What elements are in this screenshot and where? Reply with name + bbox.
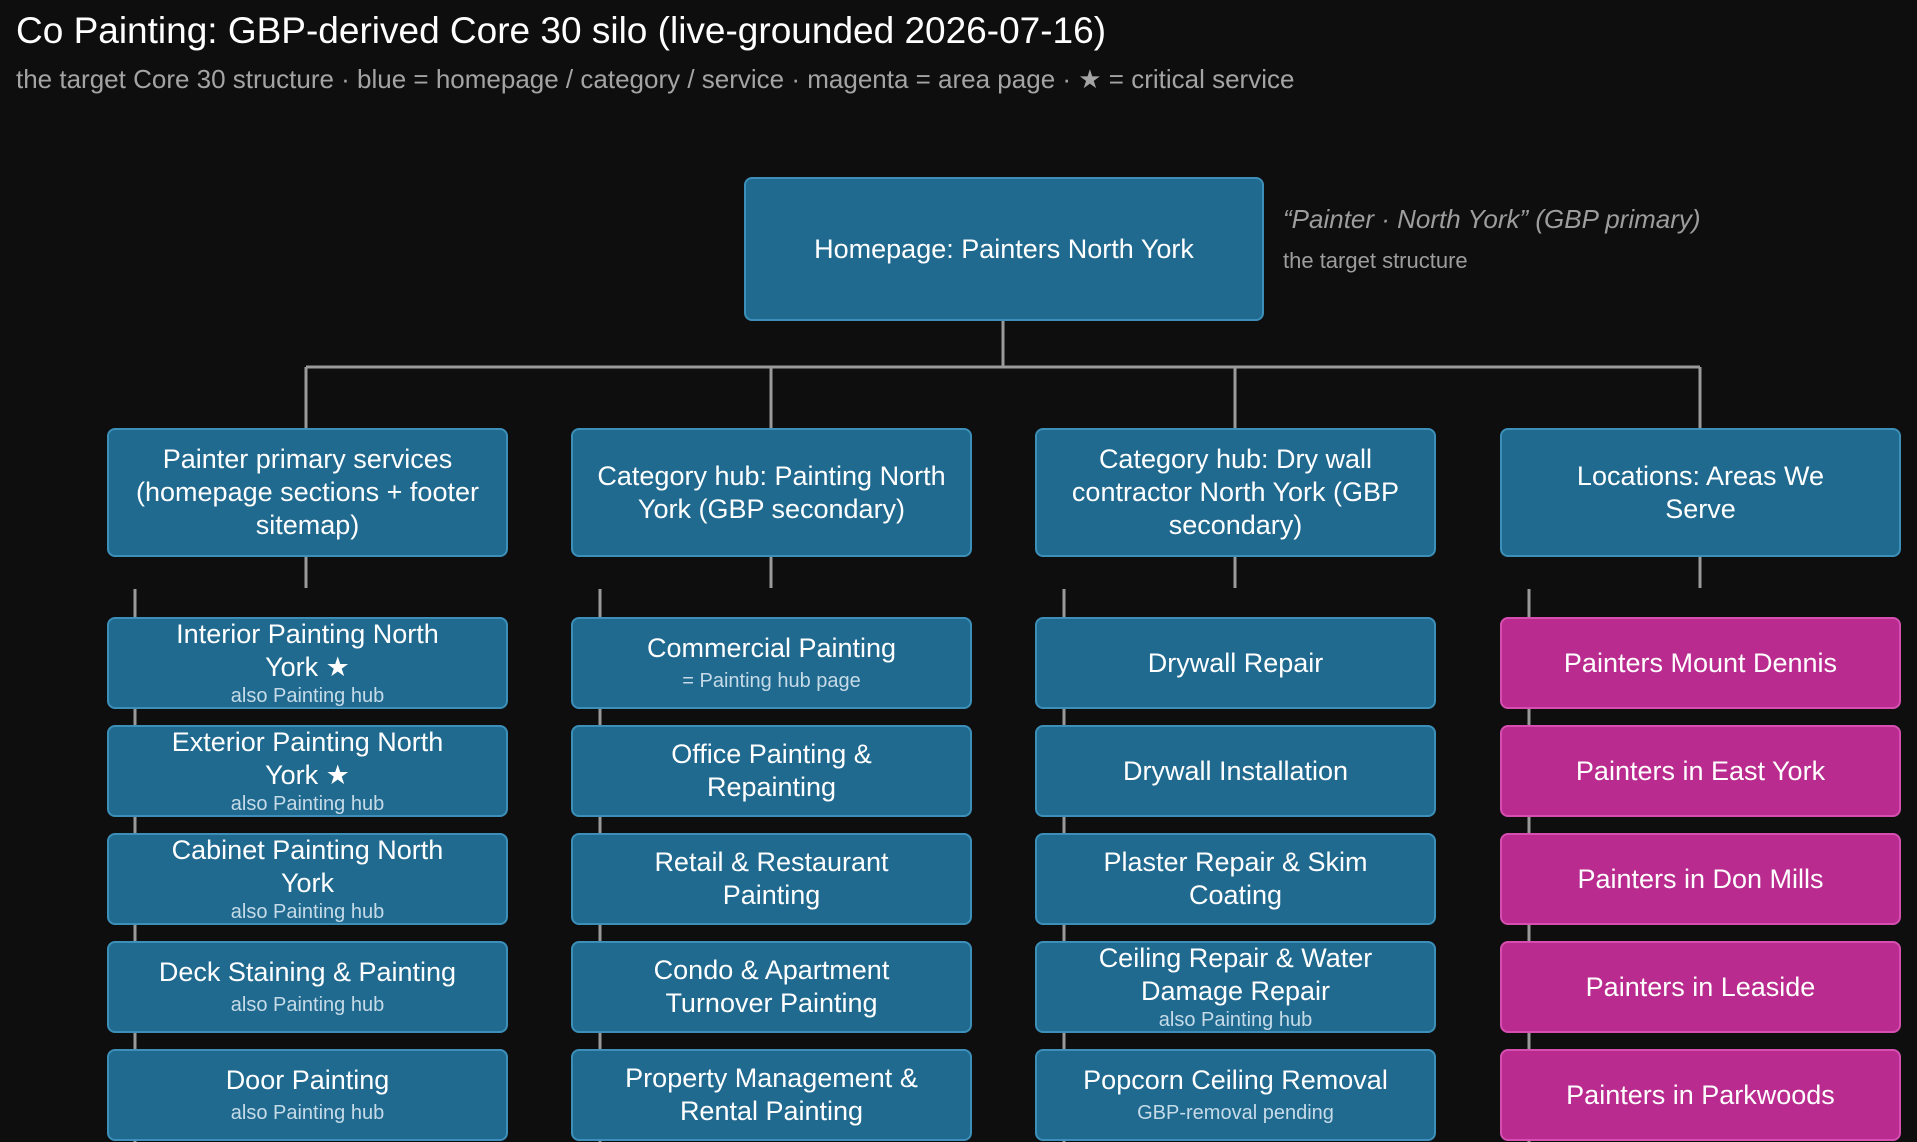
service-node: Drywall Installation (1035, 725, 1436, 817)
service-node: Retail & Restaurant Painting (571, 833, 972, 925)
service-node: Office Painting & Repainting (571, 725, 972, 817)
hub-label: Category hub: Dry wall contractor North … (1071, 444, 1400, 540)
service-label: Popcorn Ceiling Removal (1083, 1065, 1388, 1096)
area-node: Painters Mount Dennis (1500, 617, 1901, 709)
service-sub: = Painting hub page (682, 670, 861, 693)
service-sub: also Painting hub (230, 792, 385, 815)
service-sub: GBP-removal pending (1137, 1102, 1334, 1125)
service-label: Cabinet Painting North York (171, 834, 444, 898)
service-label: Retail & Restaurant Painting (654, 847, 889, 910)
service-sub: also Painting hub (230, 994, 385, 1017)
area-node: Painters in Parkwoods (1500, 1049, 1901, 1141)
service-node: Drywall Repair (1035, 617, 1436, 709)
hub-locations: Locations: Areas We Serve (1500, 428, 1901, 557)
area-label: Painters in Parkwoods (1566, 1079, 1835, 1110)
service-label: Plaster Repair & Skim Coating (1103, 847, 1368, 910)
area-node: Painters in Don Mills (1500, 833, 1901, 925)
service-node: Ceiling Repair & Water Damage Repair als… (1035, 941, 1436, 1033)
service-node: Cabinet Painting North York also Paintin… (107, 833, 508, 925)
service-node: Interior Painting North York ★ also Pain… (107, 617, 508, 709)
service-label: Property Management & Rental Painting (625, 1063, 918, 1126)
area-label: Painters in Leaside (1585, 971, 1816, 1002)
hub-label: Locations: Areas We Serve (1576, 460, 1825, 524)
service-label: Office Painting & Repainting (671, 739, 872, 802)
service-node: Condo & Apartment Turnover Painting (571, 941, 972, 1033)
service-label: Commercial Painting (646, 633, 897, 664)
hub-drywall: Category hub: Dry wall contractor North … (1035, 428, 1436, 557)
service-sub: also Painting hub (230, 900, 385, 923)
service-label: Interior Painting North York ★ (176, 618, 439, 682)
service-label: Exterior Painting North York ★ (171, 726, 444, 790)
service-node: Commercial Painting = Painting hub page (571, 617, 972, 709)
area-node: Painters in East York (1500, 725, 1901, 817)
service-label: Door Painting (225, 1065, 390, 1096)
service-node: Property Management & Rental Painting (571, 1049, 972, 1141)
hub-primary-services: Painter primary services (homepage secti… (107, 428, 508, 557)
service-label: Ceiling Repair & Water Damage Repair (1098, 942, 1373, 1006)
service-label: Drywall Installation (1122, 755, 1349, 786)
root-note: “Painter · North York” (GBP primary) (1283, 204, 1701, 234)
service-sub: also Painting hub (230, 1102, 385, 1125)
root-node-homepage: Homepage: Painters North York (744, 177, 1264, 321)
hub-label: Category hub: Painting North York (GBP s… (597, 460, 946, 524)
area-label: Painters in East York (1575, 755, 1826, 786)
service-node: Plaster Repair & Skim Coating (1035, 833, 1436, 925)
service-sub: also Painting hub (230, 684, 385, 707)
service-node: Exterior Painting North York ★ also Pain… (107, 725, 508, 817)
area-label: Painters Mount Dennis (1563, 647, 1838, 678)
root-note-sub: the target structure (1283, 248, 1468, 273)
hub-painting: Category hub: Painting North York (GBP s… (571, 428, 972, 557)
service-label: Deck Staining & Painting (158, 957, 457, 988)
service-label: Drywall Repair (1147, 647, 1324, 678)
root-node-label: Homepage: Painters North York (814, 233, 1194, 264)
service-node: Door Painting also Painting hub (107, 1049, 508, 1141)
service-label: Condo & Apartment Turnover Painting (653, 955, 890, 1018)
service-node: Deck Staining & Painting also Painting h… (107, 941, 508, 1033)
hub-label: Painter primary services (homepage secti… (136, 444, 479, 540)
area-node: Painters in Leaside (1500, 941, 1901, 1033)
service-node: Popcorn Ceiling Removal GBP-removal pend… (1035, 1049, 1436, 1141)
area-label: Painters in Don Mills (1577, 863, 1824, 894)
service-sub: also Painting hub (1158, 1008, 1313, 1031)
